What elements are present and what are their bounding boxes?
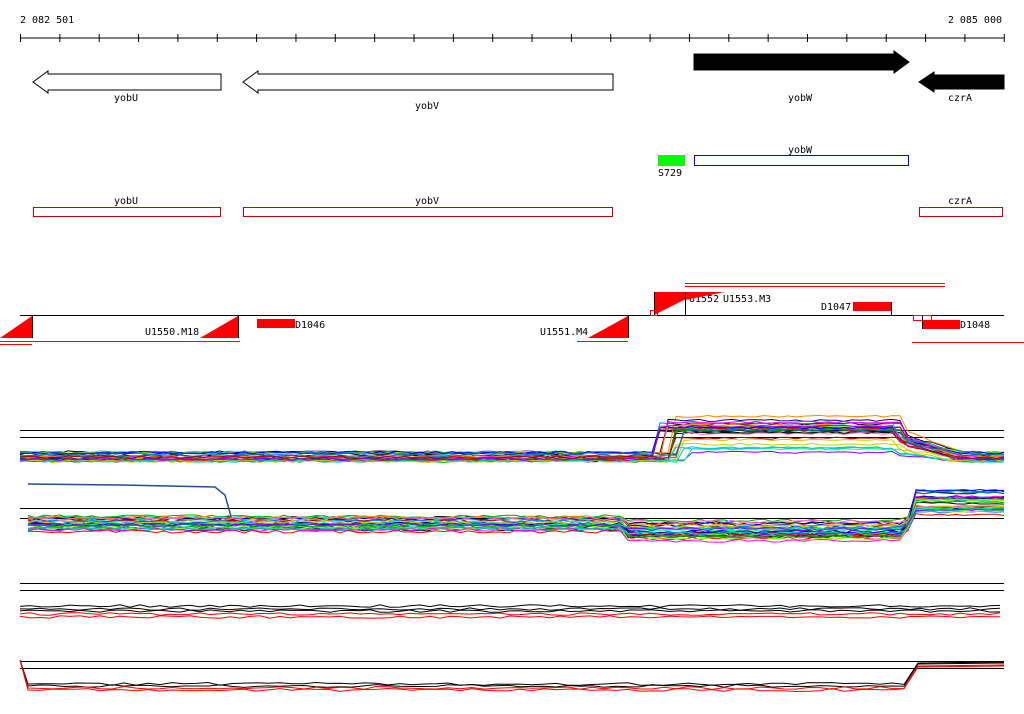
annotation-label: yobU bbox=[114, 196, 138, 207]
expression-panel-2 bbox=[20, 483, 1005, 543]
expression-panels bbox=[19, 414, 1005, 693]
feature-label: D1047 bbox=[821, 302, 851, 313]
tss-wedge[interactable] bbox=[588, 316, 628, 338]
annotation-label: czrA bbox=[948, 196, 972, 207]
feature-D1046[interactable]: D1046 bbox=[257, 319, 325, 331]
gene-label: czrA bbox=[948, 93, 972, 104]
coordinate-ruler: 2 082 501 2 085 000 bbox=[20, 15, 1005, 42]
gene-arrow[interactable] bbox=[693, 50, 910, 74]
gene-label: yobU bbox=[114, 93, 138, 104]
gene-label: yobW bbox=[788, 93, 813, 104]
expression-panel-1 bbox=[19, 414, 1005, 463]
gene-label: yobV bbox=[415, 101, 439, 112]
red-block[interactable] bbox=[257, 319, 295, 328]
annotation-box-yobU[interactable]: yobU bbox=[33, 196, 221, 217]
annotation-box-czrA[interactable]: czrA bbox=[919, 196, 1003, 217]
annotation-label: yobV bbox=[415, 196, 439, 207]
feature-label: D1046 bbox=[295, 320, 325, 331]
gene-yobU[interactable]: yobU bbox=[32, 70, 222, 104]
green-feature-label: S729 bbox=[658, 168, 682, 179]
expression-panel-4 bbox=[19, 659, 1005, 693]
red-block[interactable] bbox=[853, 302, 891, 311]
feature-D1047[interactable]: D1047 bbox=[821, 302, 892, 315]
gene-yobW[interactable]: yobW bbox=[693, 50, 910, 104]
annotation-rect[interactable] bbox=[919, 207, 1003, 217]
expression-line bbox=[19, 609, 1001, 613]
expression-panel-3 bbox=[19, 583, 1004, 619]
annotation-box-yobV[interactable]: yobV bbox=[243, 196, 613, 217]
gene-czrA[interactable]: czrA bbox=[918, 71, 1005, 104]
annotation-rect[interactable] bbox=[694, 155, 909, 166]
annotation-box-yobW[interactable]: yobW bbox=[694, 145, 909, 166]
gene-arrow[interactable] bbox=[242, 70, 614, 94]
expression-line bbox=[19, 612, 1001, 616]
gene-yobV[interactable]: yobV bbox=[242, 70, 614, 112]
red-block[interactable] bbox=[922, 320, 960, 329]
feature-label: D1048 bbox=[960, 320, 990, 331]
genome-browser-view: 2 082 501 2 085 000 yobU yobV yobW czrA … bbox=[0, 15, 1024, 693]
tss-label: U1553.M3 bbox=[723, 294, 771, 305]
transcription-track: U1550.M18 D1046 U1551.M4 U1552 U1553.M3 bbox=[0, 283, 1024, 345]
annotation-rect[interactable] bbox=[33, 207, 221, 217]
gene-track: yobU yobV yobW czrA bbox=[32, 50, 1005, 112]
tss-U1550[interactable]: U1550.M18 bbox=[0, 316, 239, 338]
expression-line bbox=[19, 604, 1001, 608]
ruler-end-label: 2 085 000 bbox=[948, 15, 1002, 26]
expression-line bbox=[19, 659, 1005, 690]
expression-line bbox=[19, 659, 1005, 686]
tss-wedge[interactable] bbox=[200, 316, 238, 338]
annotation-label: yobW bbox=[788, 145, 813, 156]
tss-wedge[interactable] bbox=[0, 316, 32, 338]
feature-S729[interactable]: S729 bbox=[658, 155, 685, 179]
tss-U1551[interactable]: U1551.M4 bbox=[540, 316, 629, 338]
expression-line bbox=[27, 504, 1005, 524]
gene-arrow[interactable] bbox=[918, 71, 1005, 93]
feature-D1048[interactable]: D1048 bbox=[913, 315, 991, 332]
tss-label: U1550.M18 bbox=[145, 327, 199, 338]
annotation-track: yobW yobU yobV czrA S729 bbox=[33, 145, 1003, 217]
annotation-rect[interactable] bbox=[243, 207, 613, 217]
expression-line bbox=[19, 615, 1001, 619]
tss-label: U1551.M4 bbox=[540, 327, 588, 338]
green-feature-block[interactable] bbox=[658, 155, 685, 166]
gene-arrow[interactable] bbox=[32, 70, 222, 94]
tss-U1552[interactable]: U1552 bbox=[650, 292, 720, 316]
ruler-start-label: 2 082 501 bbox=[20, 15, 74, 26]
expression-line bbox=[19, 607, 1001, 611]
